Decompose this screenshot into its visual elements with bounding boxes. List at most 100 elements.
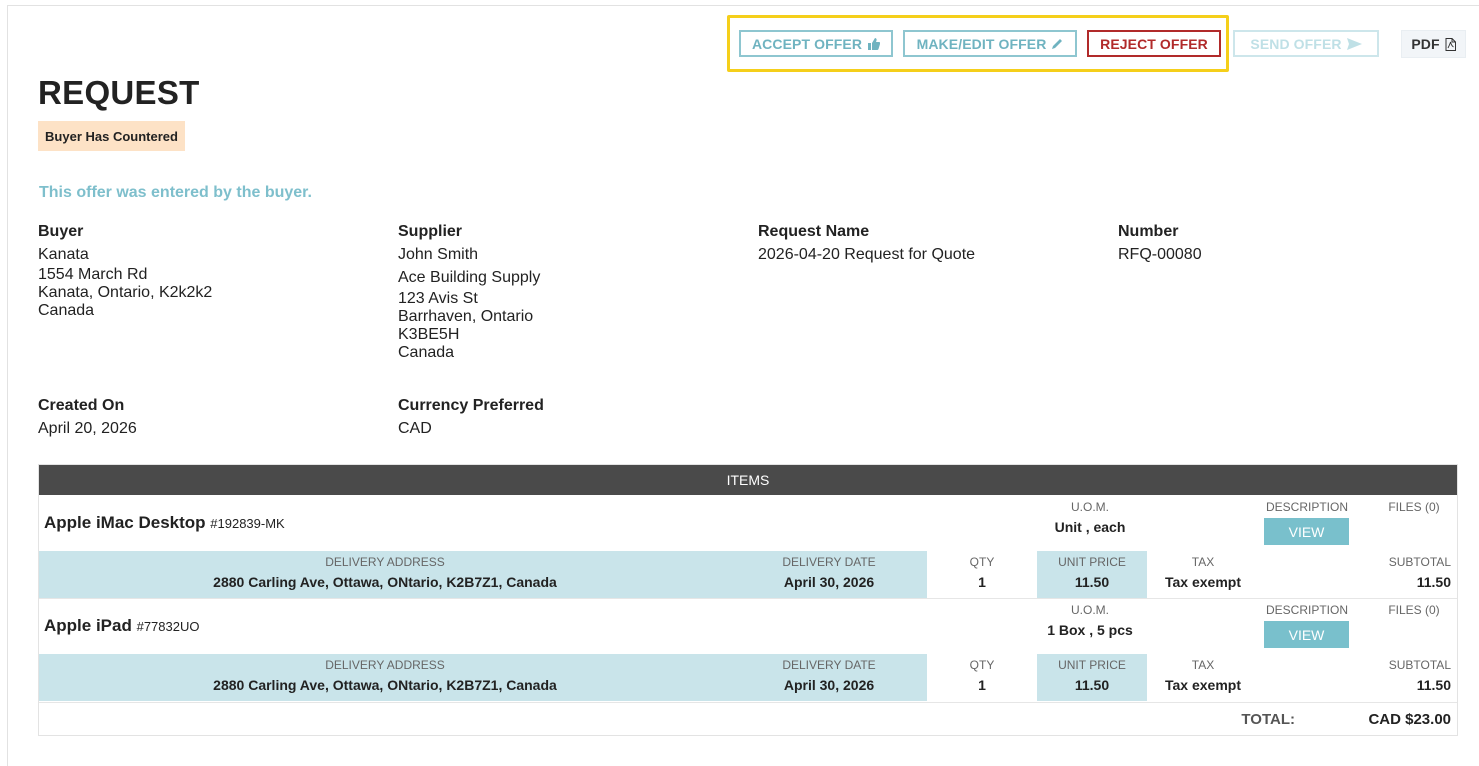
subtotal-value: 11.50 bbox=[1416, 677, 1451, 693]
tax-value: Tax exempt bbox=[1165, 574, 1241, 590]
supplier-block: Supplier John Smith Ace Building Supply … bbox=[398, 223, 540, 362]
qty-cell: QTY 1 bbox=[939, 555, 1025, 590]
subtotal-cell: SUBTOTAL 11.50 bbox=[1351, 658, 1451, 693]
currency-block: Currency Preferred CAD bbox=[398, 397, 544, 438]
buyer-line: 1554 March Rd bbox=[38, 266, 148, 283]
buyer-heading: Buyer bbox=[38, 223, 84, 240]
accept-offer-label: ACCEPT OFFER bbox=[751, 35, 863, 52]
uom-cell: U.O.M. 1 Box , 5 pcs bbox=[1029, 603, 1151, 638]
pdf-file-icon bbox=[1445, 37, 1456, 51]
uom-label: U.O.M. bbox=[1071, 500, 1109, 514]
pdf-button[interactable]: PDF bbox=[1401, 30, 1466, 58]
created-on-value: April 20, 2026 bbox=[38, 420, 137, 437]
delivery-date-cell: DELIVERY DATE April 30, 2026 bbox=[739, 658, 919, 693]
files-link[interactable]: FILES (0) bbox=[1374, 500, 1454, 514]
qty-cell: QTY 1 bbox=[939, 658, 1025, 693]
unit-price-value: 11.50 bbox=[1074, 677, 1110, 693]
currency-heading: Currency Preferred bbox=[398, 397, 544, 414]
number-block: Number RFQ-00080 bbox=[1118, 223, 1202, 264]
item-name: Apple iPad #77832UO bbox=[44, 616, 199, 636]
send-offer-label: SEND OFFER bbox=[1250, 35, 1342, 52]
delivery-date-label: DELIVERY DATE bbox=[782, 658, 876, 672]
qty-value: 1 bbox=[978, 677, 986, 693]
buyer-block: Buyer Kanata 1554 March Rd Kanata, Ontar… bbox=[38, 223, 212, 320]
supplier-line: K3BE5H bbox=[398, 326, 460, 343]
tax-cell: TAX Tax exempt bbox=[1149, 658, 1257, 693]
unit-price-label: UNIT PRICE bbox=[1058, 555, 1126, 569]
row-divider bbox=[39, 598, 1457, 599]
description-label: DESCRIPTION bbox=[1265, 603, 1348, 617]
delivery-address-value: 2880 Carling Ave, Ottawa, ONtario, K2B7Z… bbox=[213, 677, 557, 693]
status-badge: Buyer Has Countered bbox=[38, 121, 185, 151]
reject-offer-button[interactable]: REJECT OFFER bbox=[1087, 30, 1221, 57]
buyer-line: Kanata bbox=[38, 246, 89, 263]
subtotal-cell: SUBTOTAL 11.50 bbox=[1351, 555, 1451, 590]
qty-label: QTY bbox=[969, 555, 995, 569]
make-edit-offer-button[interactable]: MAKE/EDIT OFFER bbox=[903, 30, 1077, 57]
unit-price-cell: UNIT PRICE 11.50 bbox=[1037, 555, 1147, 590]
uom-value: 1 Box , 5 pcs bbox=[1047, 622, 1133, 638]
number-heading: Number bbox=[1118, 223, 1179, 240]
files-link[interactable]: FILES (0) bbox=[1374, 603, 1454, 617]
tax-label: TAX bbox=[1191, 555, 1215, 569]
buyer-line: Canada bbox=[38, 302, 95, 319]
subtotal-label: SUBTOTAL bbox=[1388, 555, 1451, 569]
thumbs-up-icon bbox=[868, 37, 881, 50]
page-title: REQUEST bbox=[38, 74, 200, 111]
buyer-entered-note: This offer was entered by the buyer. bbox=[39, 184, 312, 201]
tax-cell: TAX Tax exempt bbox=[1149, 555, 1257, 590]
total-value: CAD $23.00 bbox=[1368, 711, 1451, 728]
make-edit-offer-label: MAKE/EDIT OFFER bbox=[916, 35, 1047, 52]
qty-value: 1 bbox=[978, 574, 986, 590]
accept-offer-button[interactable]: ACCEPT OFFER bbox=[739, 30, 893, 57]
tax-label: TAX bbox=[1191, 658, 1215, 672]
delivery-date-value: April 30, 2026 bbox=[783, 677, 875, 693]
buyer-line: Kanata, Ontario, K2k2k2 bbox=[38, 284, 213, 301]
view-description-button[interactable]: VIEW bbox=[1264, 621, 1349, 648]
subtotal-value: 11.50 bbox=[1416, 574, 1451, 590]
request-name-heading: Request Name bbox=[758, 223, 870, 240]
supplier-line: Ace Building Supply bbox=[398, 269, 541, 286]
item-name-text: Apple iPad bbox=[44, 616, 132, 635]
send-offer-button[interactable]: SEND OFFER bbox=[1233, 30, 1379, 57]
item-sku: #77832UO bbox=[136, 619, 200, 634]
items-header: ITEMS bbox=[39, 465, 1457, 495]
currency-value: CAD bbox=[398, 420, 432, 437]
tax-value: Tax exempt bbox=[1165, 677, 1241, 693]
items-table: ITEMS Apple iMac Desktop #192839-MK U.O.… bbox=[38, 464, 1458, 736]
request-name-value: 2026-04-20 Request for Quote bbox=[758, 246, 976, 263]
row-divider bbox=[39, 702, 1457, 703]
request-name-block: Request Name 2026-04-20 Request for Quot… bbox=[758, 223, 975, 264]
unit-price-label: UNIT PRICE bbox=[1058, 658, 1126, 672]
created-on-heading: Created On bbox=[38, 397, 125, 414]
unit-price-cell: UNIT PRICE 11.50 bbox=[1037, 658, 1147, 693]
subtotal-label: SUBTOTAL bbox=[1388, 658, 1451, 672]
supplier-heading: Supplier bbox=[398, 223, 463, 240]
send-icon bbox=[1346, 37, 1362, 50]
supplier-line: Canada bbox=[398, 344, 455, 361]
description-label: DESCRIPTION bbox=[1265, 500, 1348, 514]
number-value: RFQ-00080 bbox=[1118, 246, 1202, 263]
item-name-text: Apple iMac Desktop bbox=[44, 513, 206, 532]
delivery-address-cell: DELIVERY ADDRESS 2880 Carling Ave, Ottaw… bbox=[39, 658, 731, 693]
pdf-label: PDF bbox=[1411, 36, 1440, 52]
view-description-button[interactable]: VIEW bbox=[1264, 518, 1349, 545]
total-label: TOTAL: bbox=[1241, 711, 1295, 728]
delivery-address-cell: DELIVERY ADDRESS 2880 Carling Ave, Ottaw… bbox=[39, 555, 731, 590]
unit-price-value: 11.50 bbox=[1074, 574, 1110, 590]
item-sku: #192839-MK bbox=[210, 516, 285, 531]
supplier-line: Barrhaven, Ontario bbox=[398, 308, 534, 325]
delivery-address-label: DELIVERY ADDRESS bbox=[325, 658, 445, 672]
delivery-address-value: 2880 Carling Ave, Ottawa, ONtario, K2B7Z… bbox=[213, 574, 557, 590]
delivery-date-value: April 30, 2026 bbox=[783, 574, 875, 590]
delivery-date-cell: DELIVERY DATE April 30, 2026 bbox=[739, 555, 919, 590]
uom-label: U.O.M. bbox=[1071, 603, 1109, 617]
uom-value: Unit , each bbox=[1054, 519, 1126, 535]
supplier-line: John Smith bbox=[398, 246, 479, 263]
reject-offer-label: REJECT OFFER bbox=[1100, 35, 1208, 52]
item-name: Apple iMac Desktop #192839-MK bbox=[44, 513, 285, 533]
delivery-address-label: DELIVERY ADDRESS bbox=[325, 555, 445, 569]
created-on-block: Created On April 20, 2026 bbox=[38, 397, 137, 438]
uom-cell: U.O.M. Unit , each bbox=[1029, 500, 1151, 535]
qty-label: QTY bbox=[969, 658, 995, 672]
